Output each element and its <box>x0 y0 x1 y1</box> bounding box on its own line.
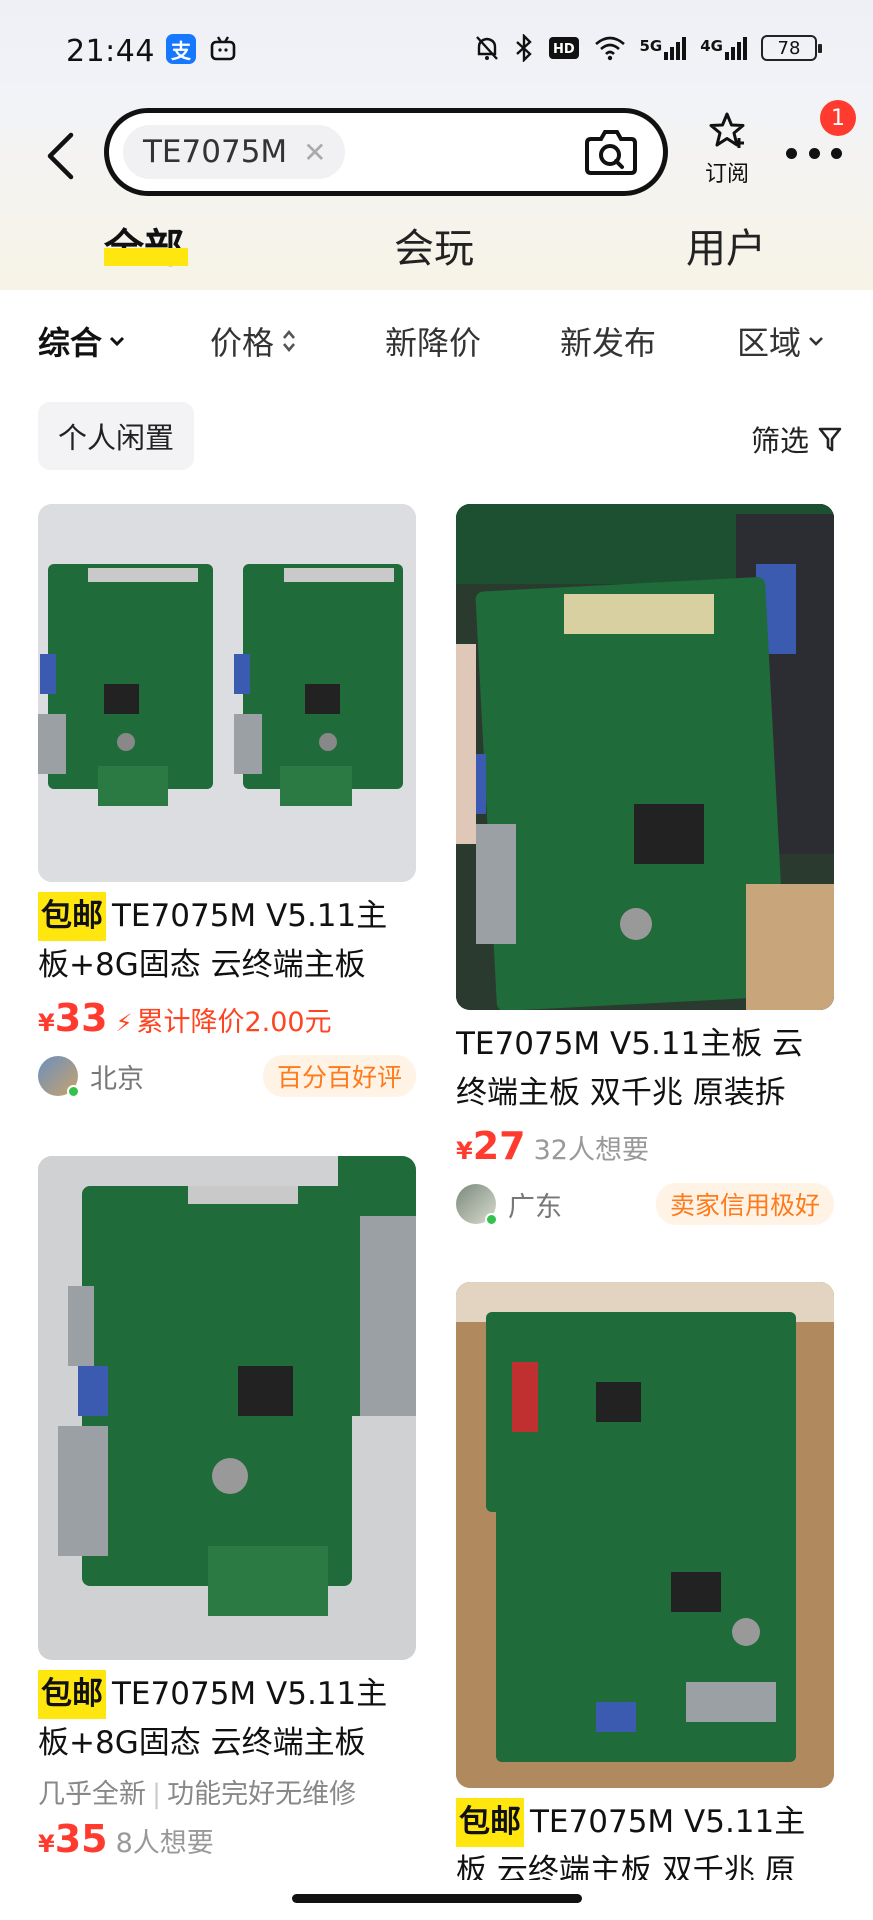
free-shipping-tag: 包邮 <box>456 1798 524 1847</box>
divider: | <box>152 1779 162 1810</box>
listing-card[interactable]: 包邮 TE7075M V5.11主板+8G固态 云终端主板 ¥ 33 ⚡ 累计降价… <box>38 504 416 1100</box>
back-button[interactable] <box>38 126 82 186</box>
seller-badge: 百分百好评 <box>262 1055 416 1097</box>
search-box[interactable]: TE7075M ✕ <box>104 108 668 196</box>
bluetooth-icon <box>515 34 532 62</box>
seller-row: 北京 百分百好评 <box>38 1052 416 1100</box>
filter-label: 筛选 <box>750 424 809 458</box>
free-shipping-tag: 包邮 <box>38 892 106 941</box>
sort-newly-posted[interactable]: 新发布 <box>560 318 656 364</box>
listing-card[interactable]: TE7075M V5.11主板 云终端主板 双千兆 原装拆 ¥ 27 32人想要… <box>456 504 834 1228</box>
price-row: ¥ 27 32人想要 <box>456 1124 649 1168</box>
svg-text:HD: HD <box>553 42 575 57</box>
product-photo[interactable] <box>38 1156 416 1660</box>
seller-info[interactable]: 北京 <box>38 1056 144 1098</box>
signal-5g-icon: 5G <box>640 36 687 60</box>
listing-price: 27 <box>472 1124 526 1168</box>
listing-card[interactable]: 包邮 TE7075M V5.11主板 云终端主板 双千兆 原 <box>456 1282 834 1896</box>
more-dot <box>808 147 820 159</box>
want-count: 32人想要 <box>533 1135 649 1166</box>
hd-icon: HD <box>548 37 579 59</box>
seller-badge: 卖家信用极好 <box>655 1183 834 1225</box>
wifi-icon <box>594 36 625 61</box>
signal-4g-icon: 4G <box>700 36 747 60</box>
personal-idle-chip[interactable]: 个人闲置 <box>38 402 195 470</box>
seller-row: 广东 卖家信用极好 <box>456 1180 834 1228</box>
want-count: 8人想要 <box>115 1828 214 1859</box>
avatar <box>456 1184 498 1226</box>
more-dot <box>831 147 842 159</box>
product-photo[interactable] <box>456 1282 834 1788</box>
tab-active-indicator <box>104 248 188 266</box>
online-indicator <box>67 1085 80 1098</box>
condition-label: 几乎全新 <box>38 1779 146 1810</box>
clear-query-icon[interactable]: ✕ <box>303 136 326 169</box>
price-row: ¥ 33 ⚡ 累计降价2.00元 <box>38 996 332 1040</box>
status-time: 21:44 <box>66 34 155 69</box>
search-query-text: TE7075M <box>143 134 288 170</box>
listing-title[interactable]: TE7075M V5.11主板 云终端主板 双千兆 原装拆 <box>456 1020 834 1118</box>
subscribe-button[interactable]: 订阅 <box>700 110 754 188</box>
status-icons: HD 5G 4G 78 <box>474 34 822 62</box>
listing-price: 33 <box>54 996 108 1040</box>
price-drop-note: 累计降价2.00元 <box>136 1007 332 1038</box>
tab-play[interactable]: 会玩 <box>394 216 474 274</box>
star-sparkle-icon <box>709 112 745 148</box>
seller-location: 北京 <box>90 1063 144 1095</box>
chevron-down-icon <box>109 336 125 347</box>
search-query-chip[interactable]: TE7075M ✕ <box>123 125 345 179</box>
sort-bar: 综合 价格 新降价 新发布 区域 <box>0 290 873 390</box>
bilibili-icon <box>208 34 238 64</box>
alipay-icon: 支 <box>166 34 196 64</box>
listing-title[interactable]: 包邮 TE7075M V5.11主板+8G固态 云终端主板 <box>38 892 416 990</box>
search-header: TE7075M ✕ 订阅 1 全部 会玩 用户 <box>0 100 873 290</box>
seller-location: 广东 <box>508 1191 562 1223</box>
product-photo[interactable] <box>38 504 416 882</box>
online-indicator <box>485 1213 498 1226</box>
filter-button[interactable]: 筛选 <box>751 418 843 460</box>
product-photo[interactable] <box>456 504 834 1010</box>
condition-note: 功能完好无维修 <box>167 1779 357 1810</box>
more-dot <box>786 147 797 159</box>
home-indicator[interactable] <box>292 1894 582 1903</box>
free-shipping-tag: 包邮 <box>38 1670 106 1719</box>
chevron-left-icon <box>47 132 74 180</box>
avatar <box>38 1056 80 1098</box>
price-row: ¥ 35 8人想要 <box>38 1817 214 1861</box>
battery-level: 78 <box>777 37 801 59</box>
listing-price: 35 <box>54 1817 108 1861</box>
sort-arrows-icon <box>283 329 296 353</box>
seller-info[interactable]: 广东 <box>456 1184 562 1226</box>
listing-title[interactable]: 包邮 TE7075M V5.11主板+8G固态 云终端主板 <box>38 1670 416 1768</box>
status-bar: 21:44 支 HD 5G 4G 78 <box>0 0 873 100</box>
sort-price[interactable]: 价格 <box>210 318 298 364</box>
sort-new-price-drop[interactable]: 新降价 <box>385 318 481 364</box>
sort-region[interactable]: 区域 <box>737 318 825 364</box>
filter-row: 个人闲置 筛选 <box>0 390 873 490</box>
chevron-down-icon <box>809 337 823 346</box>
condition-row: 几乎全新 | 功能完好无维修 <box>38 1772 416 1811</box>
sort-comprehensive[interactable]: 综合 <box>38 318 126 364</box>
notification-badge: 1 <box>820 100 856 136</box>
subscribe-label: 订阅 <box>704 162 749 187</box>
funnel-icon <box>818 427 842 452</box>
image-search-button[interactable] <box>583 127 639 177</box>
battery-icon: 78 <box>761 35 822 61</box>
listing-card[interactable]: 包邮 TE7075M V5.11主板+8G固态 云终端主板 几乎全新 | 功能完好无维… <box>38 1156 416 1861</box>
camera-search-icon <box>585 130 637 175</box>
lightning-icon: ⚡ <box>115 1009 133 1037</box>
mute-icon <box>475 36 498 60</box>
tab-users[interactable]: 用户 <box>686 216 766 274</box>
